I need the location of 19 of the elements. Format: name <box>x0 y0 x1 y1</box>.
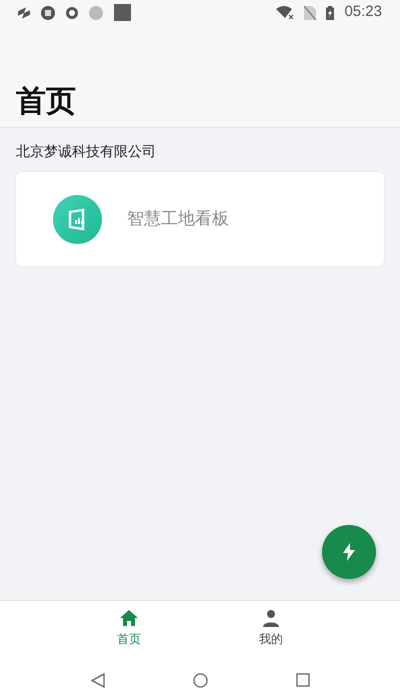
circle-icon <box>89 6 103 20</box>
back-icon[interactable] <box>90 672 104 688</box>
lightning-icon <box>343 543 355 561</box>
company-name: 北京梦诚科技有限公司 <box>15 142 157 161</box>
square-icon <box>114 4 131 21</box>
nav-tab[interactable]: 我的 <box>259 609 283 660</box>
status-time: 05:23 <box>344 2 382 22</box>
recents-icon[interactable] <box>296 673 310 687</box>
nav-tab[interactable]: 首页 <box>117 609 141 660</box>
person-icon <box>262 609 280 627</box>
dashboard-icon <box>53 194 102 244</box>
app-tile[interactable]: 智慧工地看板 <box>53 194 229 244</box>
wifi-off-icon <box>276 6 294 19</box>
home-icon <box>119 609 139 627</box>
no-sim-icon <box>304 6 316 20</box>
flash-button[interactable] <box>322 525 376 579</box>
home-circle-icon[interactable] <box>192 672 208 688</box>
page-title: 首页 <box>16 87 76 117</box>
battery-charging-icon <box>326 6 334 20</box>
